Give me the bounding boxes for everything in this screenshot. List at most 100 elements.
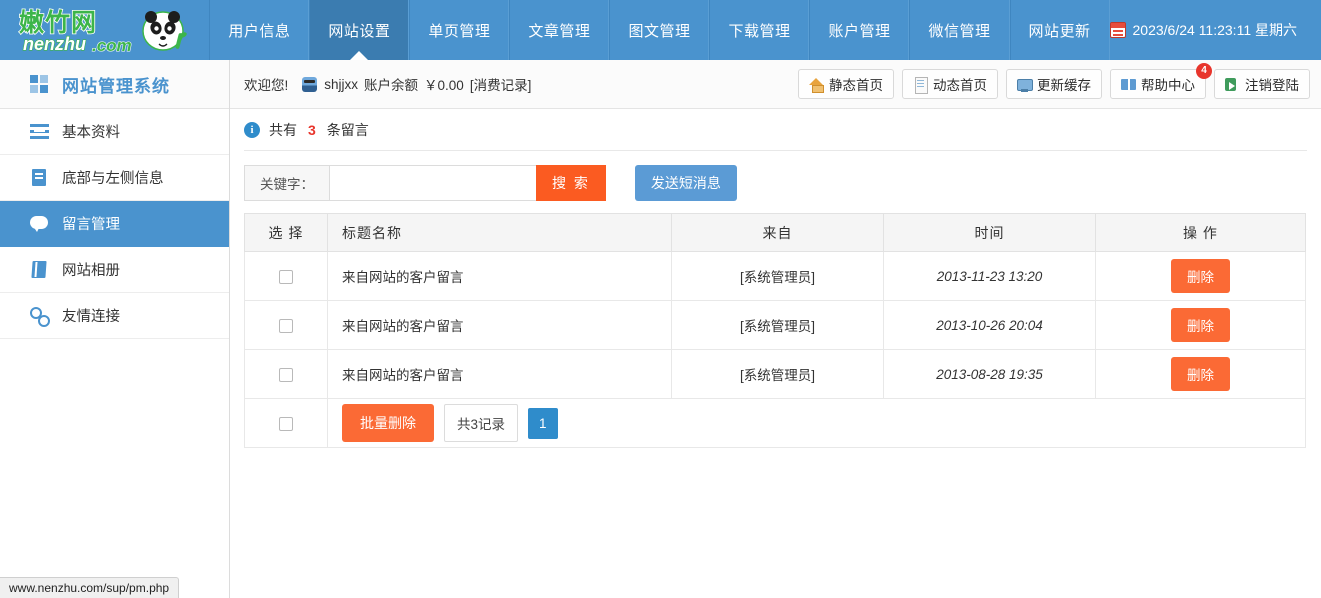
row-checkbox[interactable] bbox=[279, 368, 293, 382]
help-center-badge: 4 bbox=[1196, 63, 1212, 79]
document-icon bbox=[30, 168, 49, 187]
nav-tab-label: 网站更新 bbox=[1029, 20, 1091, 41]
nav-tab-site-update[interactable]: 网站更新 bbox=[1010, 0, 1110, 60]
button-label: 静态首页 bbox=[829, 74, 883, 94]
svg-text:.com: .com bbox=[92, 36, 132, 55]
row-from-cell: [系统管理员] bbox=[672, 301, 884, 350]
delete-button[interactable]: 删除 bbox=[1171, 308, 1230, 342]
row-from-cell: [系统管理员] bbox=[672, 350, 884, 399]
table-footer-row: 批量删除 共3记录 1 bbox=[245, 399, 1306, 448]
nav-tab-label: 下载管理 bbox=[728, 20, 790, 41]
nav-tab-label: 账户管理 bbox=[828, 20, 890, 41]
column-header-select: 选 择 bbox=[245, 214, 328, 252]
table-row: 来自网站的客户留言 [系统管理员] 2013-11-23 13:20 删除 bbox=[245, 252, 1306, 301]
svg-text:nenzhu: nenzhu bbox=[23, 34, 86, 54]
table-row: 来自网站的客户留言 [系统管理员] 2013-08-28 19:35 删除 bbox=[245, 350, 1306, 399]
column-header-time: 时间 bbox=[884, 214, 1096, 252]
site-logo[interactable]: 嫩竹网 nenzhu .com bbox=[0, 0, 209, 60]
row-time-cell: 2013-08-28 19:35 bbox=[884, 350, 1096, 399]
row-select-cell bbox=[245, 350, 328, 399]
sidebar-item-label: 基本资料 bbox=[62, 121, 120, 142]
select-all-cell bbox=[245, 399, 328, 448]
nav-tab-single-page[interactable]: 单页管理 bbox=[409, 0, 509, 60]
row-action-cell: 删除 bbox=[1096, 301, 1306, 350]
info-count: 3 bbox=[306, 122, 318, 138]
row-title-cell: 来自网站的客户留言 bbox=[328, 350, 672, 399]
lines-icon bbox=[30, 122, 49, 141]
sidebar-item-basic-info[interactable]: 基本资料 bbox=[0, 109, 229, 155]
nav-tab-label: 单页管理 bbox=[428, 20, 490, 41]
send-message-button[interactable]: 发送短消息 bbox=[635, 165, 737, 201]
calendar-icon bbox=[1110, 22, 1126, 38]
info-prefix: 共有 bbox=[269, 120, 297, 140]
dynamic-homepage-button[interactable]: 动态首页 bbox=[902, 69, 998, 99]
row-time-cell: 2013-10-26 20:04 bbox=[884, 301, 1096, 350]
clock-text: 2023/6/24 11:23:11 星期六 bbox=[1133, 20, 1297, 40]
button-label: 动态首页 bbox=[933, 74, 987, 94]
row-select-cell bbox=[245, 301, 328, 350]
nav-tab-download[interactable]: 下载管理 bbox=[709, 0, 809, 60]
delete-button[interactable]: 删除 bbox=[1171, 259, 1230, 293]
record-count-label: 共3记录 bbox=[444, 404, 518, 442]
exit-icon bbox=[1225, 77, 1240, 92]
static-homepage-button[interactable]: 静态首页 bbox=[798, 69, 894, 99]
clock-display: 2023/6/24 11:23:11 星期六 bbox=[1110, 0, 1321, 60]
row-from-cell: [系统管理员] bbox=[672, 252, 884, 301]
logo-image: 嫩竹网 nenzhu .com bbox=[17, 5, 193, 55]
nav-tab-article[interactable]: 文章管理 bbox=[509, 0, 609, 60]
welcome-username: shjjxx bbox=[324, 77, 358, 92]
grid-icon bbox=[30, 75, 48, 93]
nav-tab-user-info[interactable]: 用户信息 bbox=[209, 0, 309, 60]
page-icon bbox=[913, 77, 928, 92]
table-header: 选 择 标题名称 来自 时间 操 作 bbox=[245, 214, 1306, 252]
sidebar: 网站管理系统 基本资料 底部与左侧信息 留言管理 网站相册 友情连接 bbox=[0, 60, 230, 598]
column-header-action: 操 作 bbox=[1096, 214, 1306, 252]
sidebar-item-message-management[interactable]: 留言管理 bbox=[0, 201, 229, 247]
row-action-cell: 删除 bbox=[1096, 252, 1306, 301]
row-select-cell bbox=[245, 252, 328, 301]
row-checkbox[interactable] bbox=[279, 319, 293, 333]
row-time-cell: 2013-11-23 13:20 bbox=[884, 252, 1096, 301]
sidebar-item-friend-links[interactable]: 友情连接 bbox=[0, 293, 229, 339]
update-cache-button[interactable]: 更新缓存 bbox=[1006, 69, 1102, 99]
row-title-cell: 来自网站的客户留言 bbox=[328, 252, 672, 301]
consumption-records-link[interactable]: [消费记录] bbox=[470, 74, 532, 94]
book-blue-icon bbox=[1121, 77, 1136, 92]
nav-tab-image-text[interactable]: 图文管理 bbox=[609, 0, 709, 60]
info-suffix: 条留言 bbox=[327, 120, 369, 140]
help-center-button[interactable]: 帮助中心 4 bbox=[1110, 69, 1206, 99]
column-header-title: 标题名称 bbox=[328, 214, 672, 252]
sidebar-item-site-album[interactable]: 网站相册 bbox=[0, 247, 229, 293]
delete-button[interactable]: 删除 bbox=[1171, 357, 1230, 391]
search-input[interactable] bbox=[329, 165, 536, 201]
nav-tab-label: 文章管理 bbox=[528, 20, 590, 41]
welcome-bar: 欢迎您! shjjxx 账户余额 ￥0.00 [消费记录] 静态首页 动态首页 … bbox=[230, 60, 1321, 109]
home-icon bbox=[809, 77, 824, 92]
welcome-message: 欢迎您! shjjxx 账户余额 ￥0.00 [消费记录] bbox=[244, 74, 531, 94]
nav-tab-wechat[interactable]: 微信管理 bbox=[909, 0, 1009, 60]
welcome-greeting: 欢迎您! bbox=[244, 74, 288, 94]
balance-label: 账户余额 bbox=[364, 74, 418, 94]
browser-status-bar: www.nenzhu.com/sup/pm.php bbox=[0, 577, 179, 598]
sidebar-item-label: 底部与左侧信息 bbox=[62, 167, 164, 188]
nav-tab-label: 用户信息 bbox=[228, 20, 290, 41]
pagination-page-1[interactable]: 1 bbox=[528, 408, 558, 439]
logout-button[interactable]: 注销登陆 bbox=[1214, 69, 1310, 99]
nav-tab-label: 网站设置 bbox=[328, 20, 390, 41]
table-footer-cell: 批量删除 共3记录 1 bbox=[328, 399, 1306, 448]
speech-bubble-icon bbox=[30, 214, 49, 233]
book-icon bbox=[30, 260, 49, 279]
button-label: 帮助中心 bbox=[1141, 74, 1195, 94]
sidebar-item-footer-left-info[interactable]: 底部与左侧信息 bbox=[0, 155, 229, 201]
sidebar-item-label: 留言管理 bbox=[62, 213, 120, 234]
bulk-delete-button[interactable]: 批量删除 bbox=[342, 404, 434, 442]
search-button[interactable]: 搜 索 bbox=[536, 165, 606, 201]
nav-tab-account[interactable]: 账户管理 bbox=[809, 0, 909, 60]
sidebar-item-label: 网站相册 bbox=[62, 259, 120, 280]
nav-tab-site-settings[interactable]: 网站设置 bbox=[309, 0, 409, 60]
sidebar-title: 网站管理系统 bbox=[62, 72, 170, 97]
nav-tab-label: 微信管理 bbox=[928, 20, 990, 41]
search-toolbar: 关键字： 搜 索 发送短消息 bbox=[244, 151, 1307, 213]
select-all-checkbox[interactable] bbox=[279, 417, 293, 431]
row-checkbox[interactable] bbox=[279, 270, 293, 284]
